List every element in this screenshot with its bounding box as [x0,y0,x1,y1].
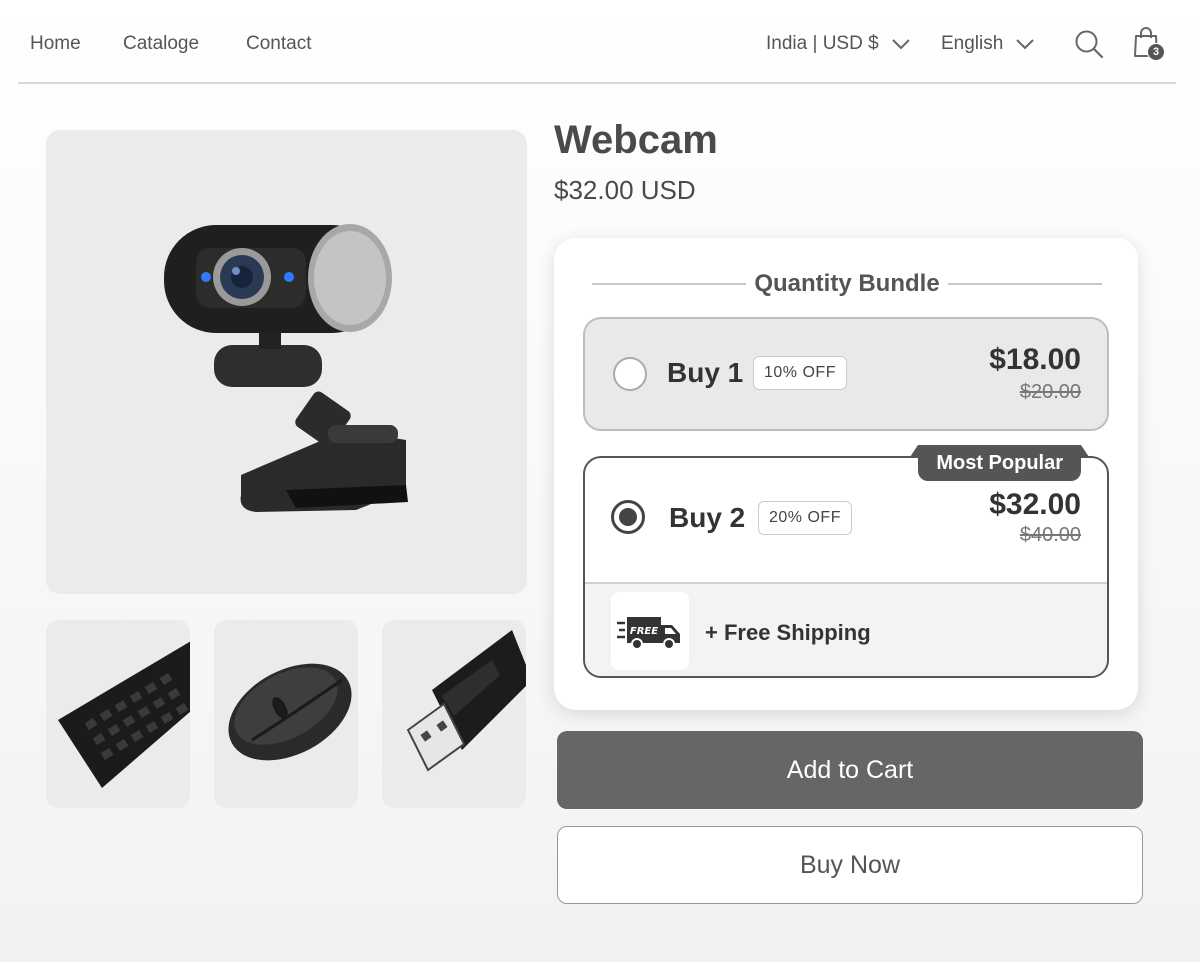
bundle-option-compare-price: $40.00 [1019,524,1081,546]
site-header: Home Cataloge Contact India | USD $ Engl… [18,0,1176,84]
product-title: Webcam [554,118,718,162]
discount-badge: 10% OFF [753,356,847,390]
nav-link-contact[interactable]: Contact [246,33,311,55]
quantity-bundle-card: Quantity Bundle Buy 1 10% OFF $18.00 $20… [554,238,1138,710]
keyboard-image [58,641,190,788]
most-popular-tag: Most Popular [910,445,1089,481]
bundle-perk-row: FREE + Free Shipping [585,584,1107,676]
bundle-option-label: Buy 2 [669,502,746,533]
radio-unselected[interactable] [613,357,647,391]
language-selector[interactable]: English [941,33,1035,55]
bundle-heading-row: Quantity Bundle [592,268,1102,300]
bundle-option-buy-1[interactable]: Buy 1 10% OFF $18.00 $20.00 [583,317,1109,431]
chevron-down-icon [891,39,910,50]
add-to-cart-button[interactable]: Add to Cart [557,731,1143,809]
truck-icon-label: FREE [630,626,658,637]
delivery-truck-icon: FREE [611,592,689,670]
chevron-down-icon [1016,39,1035,50]
product-price: $32.00 USD [554,175,696,205]
thumbnail-mouse[interactable] [214,620,358,808]
main-product-image-webcam[interactable] [46,130,527,594]
cart-button[interactable]: 3 [1132,26,1166,64]
discount-badge: 20% OFF [758,501,852,535]
bundle-option-price: $32.00 [989,488,1081,521]
nav-link-cataloge[interactable]: Cataloge [123,33,199,55]
thumbnail-keyboard[interactable] [46,620,190,808]
divider [592,283,747,285]
bundle-option-label: Buy 1 [667,357,744,388]
usb-adapter-image [406,630,526,772]
radio-selected[interactable] [611,500,645,534]
free-shipping-label: + Free Shipping [705,620,871,645]
bundle-option-buy-2[interactable]: Most Popular Buy 2 20% OFF $32.00 $40.00… [583,445,1109,678]
mouse-image [228,663,352,761]
webcam-image [164,224,408,512]
search-icon[interactable] [1074,29,1104,59]
thumbnail-usb-adapter[interactable] [382,620,526,808]
language-label: English [941,33,1004,54]
region-currency-label: India | USD $ [766,33,879,54]
bundle-option-compare-price: $20.00 [1019,381,1081,403]
cart-count-badge: 3 [1147,43,1165,61]
region-currency-selector[interactable]: India | USD $ [766,33,911,55]
buy-now-button[interactable]: Buy Now [557,826,1143,904]
bundle-option-price: $18.00 [989,343,1081,376]
nav-link-home[interactable]: Home [30,33,81,55]
divider [947,283,1102,285]
bundle-heading: Quantity Bundle [754,270,940,297]
